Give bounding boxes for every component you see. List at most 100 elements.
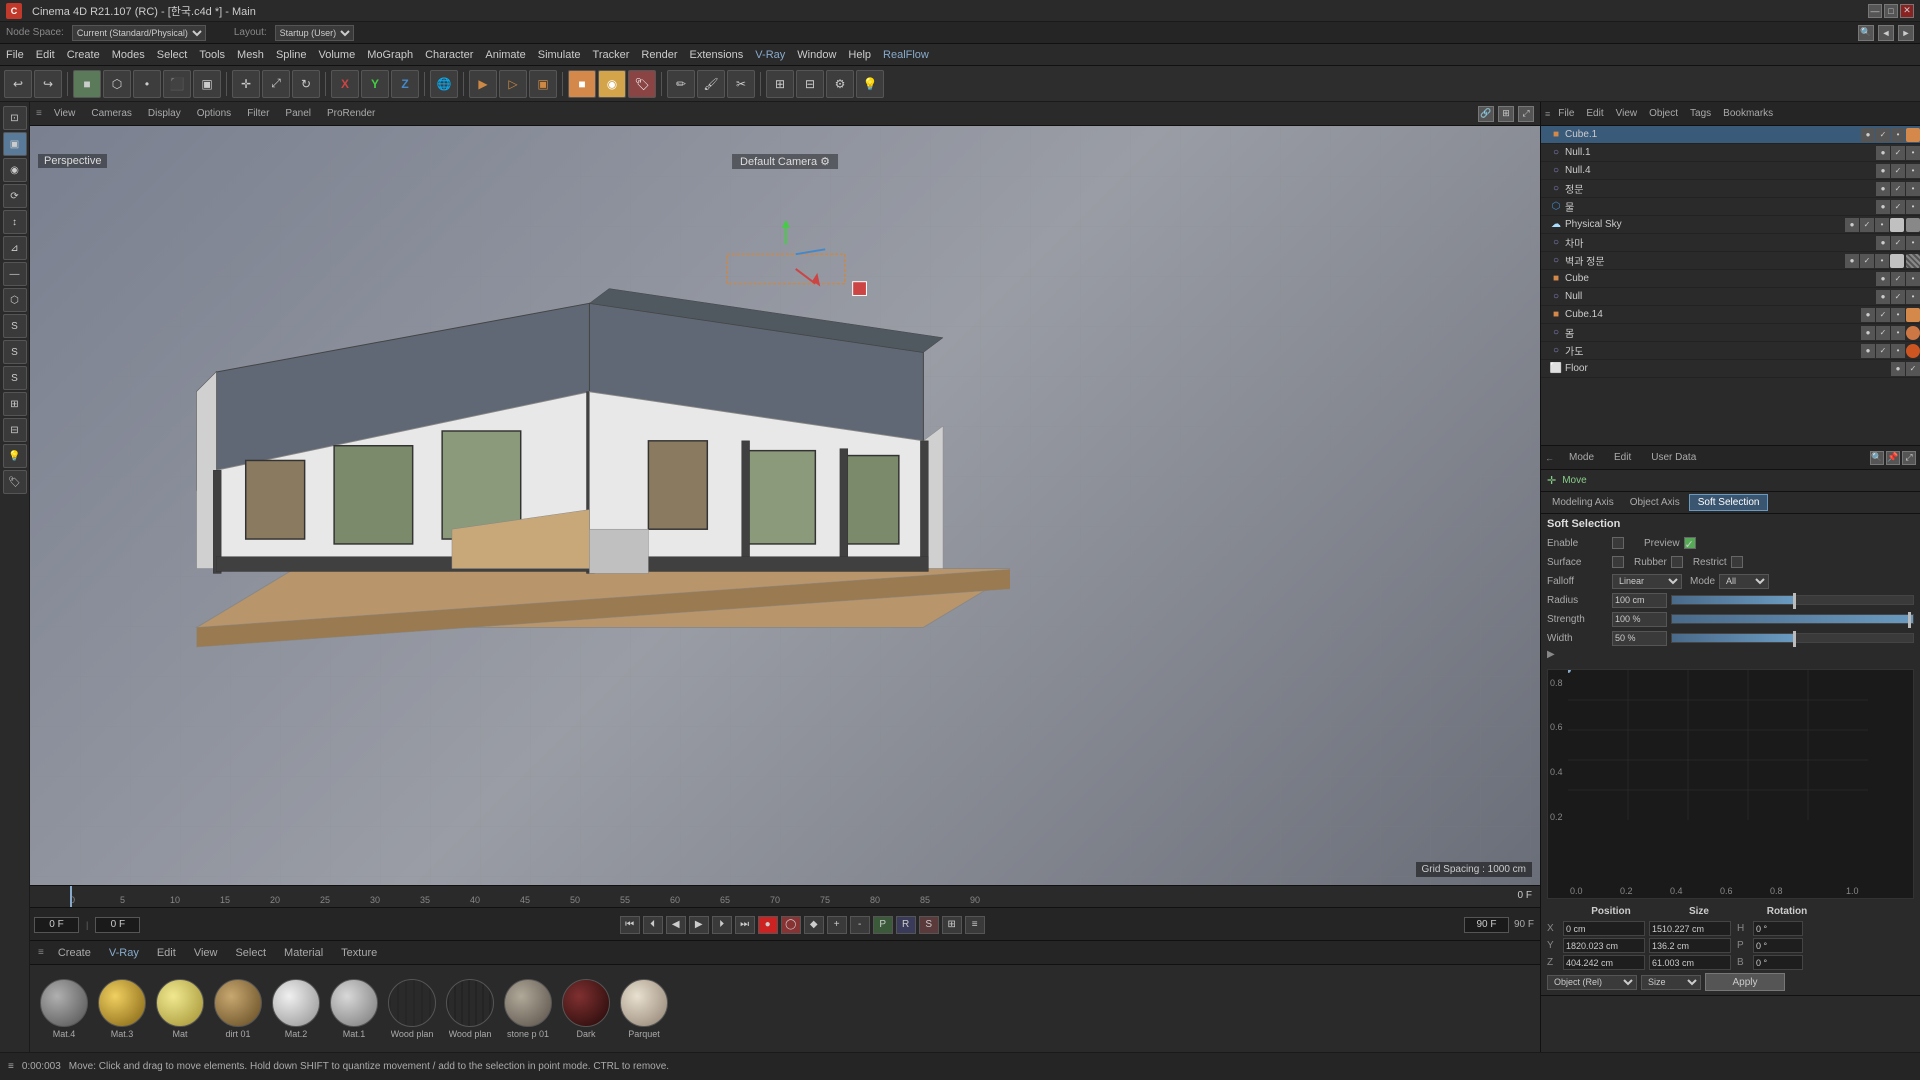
current-frame-input[interactable] <box>34 917 79 933</box>
go-start-button[interactable]: ⏮ <box>620 916 640 934</box>
mat-tab-select[interactable]: Select <box>231 945 270 961</box>
gado-render[interactable]: ✓ <box>1876 344 1890 358</box>
material-mat2[interactable]: Mat.2 <box>270 979 322 1039</box>
cube1-vis[interactable]: ● <box>1861 128 1875 142</box>
undo-button[interactable]: ↩ <box>4 70 32 98</box>
start-frame-input[interactable] <box>95 917 140 933</box>
falloff-select[interactable]: Linear <box>1612 574 1682 589</box>
play-button[interactable]: ▶ <box>689 916 709 934</box>
pos-x-input[interactable] <box>1563 921 1645 936</box>
pos-y-input[interactable] <box>1563 938 1645 953</box>
redo-button[interactable]: ↪ <box>34 70 62 98</box>
vp-tab-prorender[interactable]: ProRender <box>323 106 379 121</box>
menu-window[interactable]: Window <box>791 47 842 63</box>
left-tool-2[interactable]: ▣ <box>3 132 27 156</box>
tag-icon-button[interactable]: 🏷 <box>628 70 656 98</box>
menu-render[interactable]: Render <box>635 47 683 63</box>
mat-tab-texture[interactable]: Texture <box>337 945 381 961</box>
menu-select[interactable]: Select <box>151 47 194 63</box>
play-reverse-button[interactable]: ◀ <box>666 916 686 934</box>
jeongmun-edit[interactable]: • <box>1906 182 1920 196</box>
props-tab-edit[interactable]: Edit <box>1605 449 1640 466</box>
cube14-render[interactable]: ✓ <box>1876 308 1890 322</box>
vp-tab-options[interactable]: Options <box>193 106 235 121</box>
timeline-options-button[interactable]: ≡ <box>965 916 985 934</box>
tree-item-mom[interactable]: ○ 몸 ● ✓ • <box>1541 324 1920 342</box>
vp-layout-icon[interactable]: ⊞ <box>1498 106 1514 122</box>
material-parquet[interactable]: Parquet <box>618 979 670 1039</box>
menu-volume[interactable]: Volume <box>313 47 362 63</box>
width-slider[interactable] <box>1671 633 1914 643</box>
props-expand-icon[interactable]: ⤢ <box>1902 451 1916 465</box>
menu-tools[interactable]: Tools <box>193 47 231 63</box>
menu-vray[interactable]: V-Ray <box>749 47 791 63</box>
vp-expand-icon[interactable]: ⤢ <box>1518 106 1534 122</box>
menu-modes[interactable]: Modes <box>106 47 151 63</box>
scale-key-button[interactable]: S <box>919 916 939 934</box>
mat-tab-view[interactable]: View <box>190 945 222 961</box>
material-mat1[interactable]: Mat.1 <box>328 979 380 1039</box>
go-end-button[interactable]: ⏭ <box>735 916 755 934</box>
mom-edit[interactable]: • <box>1891 326 1905 340</box>
rubber-checkbox[interactable] <box>1671 556 1683 568</box>
axis-tab-soft[interactable]: Soft Selection <box>1689 494 1769 511</box>
menu-help[interactable]: Help <box>842 47 877 63</box>
paint-tool-button[interactable]: ✏ <box>667 70 695 98</box>
strength-input[interactable] <box>1612 612 1667 627</box>
menu-tracker[interactable]: Tracker <box>587 47 636 63</box>
close-button[interactable]: ✕ <box>1900 4 1914 18</box>
props-search-icon[interactable]: 🔍 <box>1870 451 1884 465</box>
surface-checkbox[interactable] <box>1612 556 1624 568</box>
left-tool-3[interactable]: ◉ <box>3 158 27 182</box>
material-mat3[interactable]: Mat.3 <box>96 979 148 1039</box>
rot-key-button[interactable]: R <box>896 916 916 934</box>
render-active-button[interactable]: ▷ <box>499 70 527 98</box>
menu-mesh[interactable]: Mesh <box>231 47 270 63</box>
cube14-vis[interactable]: ● <box>1861 308 1875 322</box>
render-region-button[interactable]: ▶ <box>469 70 497 98</box>
search-icon[interactable]: 🔍 <box>1858 25 1874 41</box>
menu-extensions[interactable]: Extensions <box>683 47 749 63</box>
tree-tab-view[interactable]: View <box>1612 107 1642 120</box>
record-button[interactable]: ● <box>758 916 778 934</box>
null1-render[interactable]: ✓ <box>1891 146 1905 160</box>
left-tool-8[interactable]: ⬡ <box>3 288 27 312</box>
menu-animate[interactable]: Animate <box>479 47 531 63</box>
tree-item-null4[interactable]: ○ Null.4 ● ✓ • <box>1541 162 1920 180</box>
wireframe-button[interactable]: ⊟ <box>796 70 824 98</box>
strength-slider[interactable] <box>1671 614 1914 624</box>
null1-edit[interactable]: • <box>1906 146 1920 160</box>
pos-key-button[interactable]: P <box>873 916 893 934</box>
menu-edit[interactable]: Edit <box>30 47 61 63</box>
world-coord-button[interactable]: 🌐 <box>430 70 458 98</box>
node-space-select[interactable]: Current (Standard/Physical) <box>72 25 206 41</box>
apply-button[interactable]: Apply <box>1705 973 1785 991</box>
maximize-button[interactable]: □ <box>1884 4 1898 18</box>
knife-tool-button[interactable]: ✂ <box>727 70 755 98</box>
cube-edit[interactable]: • <box>1906 272 1920 286</box>
tree-item-chama[interactable]: ○ 차마 ● ✓ • <box>1541 234 1920 252</box>
tree-item-null[interactable]: ○ Null ● ✓ • <box>1541 288 1920 306</box>
menu-mograph[interactable]: MoGraph <box>361 47 419 63</box>
tree-item-gado[interactable]: ○ 가도 ● ✓ • <box>1541 342 1920 360</box>
left-tool-deform[interactable]: S <box>3 366 27 390</box>
nav-next-icon[interactable]: ► <box>1898 25 1914 41</box>
left-tool-1[interactable]: ⊡ <box>3 106 27 130</box>
z-axis-button[interactable]: Z <box>391 70 419 98</box>
mom-render[interactable]: ✓ <box>1876 326 1890 340</box>
left-tool-spline[interactable]: S <box>3 314 27 338</box>
width-input[interactable] <box>1612 631 1667 646</box>
physky-edit[interactable]: • <box>1875 218 1889 232</box>
prev-frame-button[interactable]: ⏴ <box>643 916 663 934</box>
tree-hamburger[interactable]: ≡ <box>1545 109 1550 119</box>
coord-mode-select[interactable]: Object (Rel) World <box>1547 975 1637 990</box>
material-woodplan1[interactable]: Wood plan <box>386 979 438 1039</box>
tree-item-cube14[interactable]: ■ Cube.14 ● ✓ • <box>1541 306 1920 324</box>
physky-render[interactable]: ✓ <box>1860 218 1874 232</box>
size-y-input[interactable] <box>1649 938 1731 953</box>
material-mat[interactable]: Mat <box>154 979 206 1039</box>
props-tab-userdata[interactable]: User Data <box>1642 449 1705 466</box>
tree-tab-edit[interactable]: Edit <box>1582 107 1607 120</box>
byeok-render[interactable]: ✓ <box>1860 254 1874 268</box>
menu-character[interactable]: Character <box>419 47 479 63</box>
